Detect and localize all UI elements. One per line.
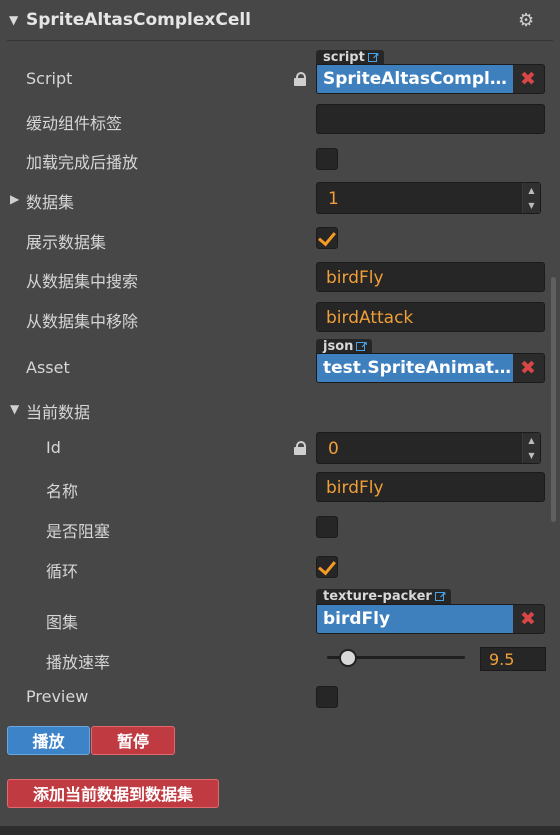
asset-name[interactable]: test.SpriteAnimatio… [317,354,513,382]
expand-triangle-icon[interactable]: ▶ [10,192,19,206]
prop-label-blocking: 是否阻塞 [46,522,111,541]
scrollbar-thumb[interactable] [551,277,556,522]
remove-dataset-input[interactable]: birdAttack [316,302,545,332]
lock-icon [294,441,306,455]
atlas-type-tag-label: texture-packer [323,589,432,604]
script-type-tag-label: script [323,50,365,65]
external-link-icon[interactable]: ↗ [367,51,379,62]
prop-label-show-dataset: 展示数据集 [26,233,107,252]
prop-label-easing: 缓动组件标签 [26,114,123,133]
prop-row-show-dataset: 展示数据集 [0,221,560,257]
lock-icon [294,72,306,86]
atlas-field[interactable]: birdFly ✖ [316,604,545,634]
clear-atlas-x-icon[interactable]: ✖ [512,605,544,633]
search-dataset-value: birdFly [326,268,384,288]
atlas-type-tag: texture-packer ↗ [316,589,451,605]
stepper: ▲ ▼ [522,433,540,463]
script-asset-name[interactable]: SpriteAltasComplex… [317,65,513,93]
collapse-triangle-icon[interactable]: ▼ [10,402,19,416]
prop-label-id: Id [46,438,61,457]
asset-type-tag-label: json [323,339,354,354]
script-asset-field[interactable]: SpriteAltasComplex… ✖ [316,64,545,94]
speed-slider-handle[interactable] [338,649,357,667]
prop-row-preview: Preview [0,679,560,715]
prop-label-play-on-load: 加载完成后播放 [26,153,139,172]
dataset-number-input[interactable]: 1 ▲ ▼ [316,182,541,214]
prop-row-play-on-load: 加载完成后播放 [0,141,560,177]
prop-label-atlas: 图集 [46,613,79,632]
prop-row-blocking: 是否阻塞 [0,510,560,546]
stepper-down-icon[interactable]: ▼ [523,448,540,463]
id-number-input[interactable]: 0 ▲ ▼ [316,432,541,464]
play-button[interactable]: 播放 [7,726,90,755]
external-link-icon[interactable]: ↗ [434,590,446,601]
prop-row-speed: 播放速率 [0,641,560,677]
prop-row-loop: 循环 [0,550,560,586]
header-divider [7,40,553,41]
name-input[interactable]: birdFly [316,472,545,502]
show-dataset-checkbox[interactable] [316,227,338,249]
panel-bottom-edge [0,826,560,835]
prop-label-preview: Preview [26,687,89,706]
component-header[interactable]: ▼ SpriteAltasComplexCell ⚙ [0,0,560,41]
prop-label-remove: 从数据集中移除 [26,312,139,331]
prop-label-script: Script [26,69,73,88]
remove-dataset-value: birdAttack [326,308,414,328]
checkmark-icon [318,556,336,576]
prop-row-current-data[interactable]: ▼ 当前数据 [0,391,560,427]
gear-icon[interactable]: ⚙ [518,10,534,31]
component-title: SpriteAltasComplexCell [26,10,252,30]
speed-input[interactable]: 9.5 [480,647,546,671]
blocking-checkbox[interactable] [316,516,338,538]
name-value: birdFly [326,478,384,498]
play-on-load-checkbox[interactable] [316,148,338,170]
asset-field[interactable]: test.SpriteAnimatio… ✖ [316,353,545,383]
preview-checkbox[interactable] [316,686,338,708]
clear-script-x-icon[interactable]: ✖ [512,65,544,93]
atlas-name[interactable]: birdFly [317,605,513,633]
stepper-up-icon[interactable]: ▲ [523,183,540,199]
prop-label-speed: 播放速率 [46,653,111,672]
speed-value: 9.5 [489,650,515,669]
stepper-up-icon[interactable]: ▲ [523,433,540,449]
prop-label-asset: Asset [26,358,70,377]
dataset-value: 1 [328,189,339,209]
external-link-icon[interactable]: ↗ [356,340,368,351]
prop-label-current-data: 当前数据 [26,403,91,422]
add-current-to-dataset-button[interactable]: 添加当前数据到数据集 [7,779,219,808]
prop-label-loop: 循环 [46,562,79,581]
easing-label-input[interactable] [316,104,545,134]
search-dataset-input[interactable]: birdFly [316,262,545,292]
pause-button[interactable]: 暂停 [91,726,175,755]
prop-label-dataset: 数据集 [26,193,75,212]
collapse-triangle-icon[interactable]: ▼ [9,13,18,27]
id-value: 0 [328,439,339,459]
prop-label-name: 名称 [46,482,79,501]
checkmark-icon [318,227,336,247]
clear-asset-x-icon[interactable]: ✖ [512,354,544,382]
stepper-down-icon[interactable]: ▼ [523,198,540,213]
loop-checkbox[interactable] [316,556,338,578]
prop-label-search: 从数据集中搜索 [26,272,139,291]
stepper: ▲ ▼ [522,183,540,213]
